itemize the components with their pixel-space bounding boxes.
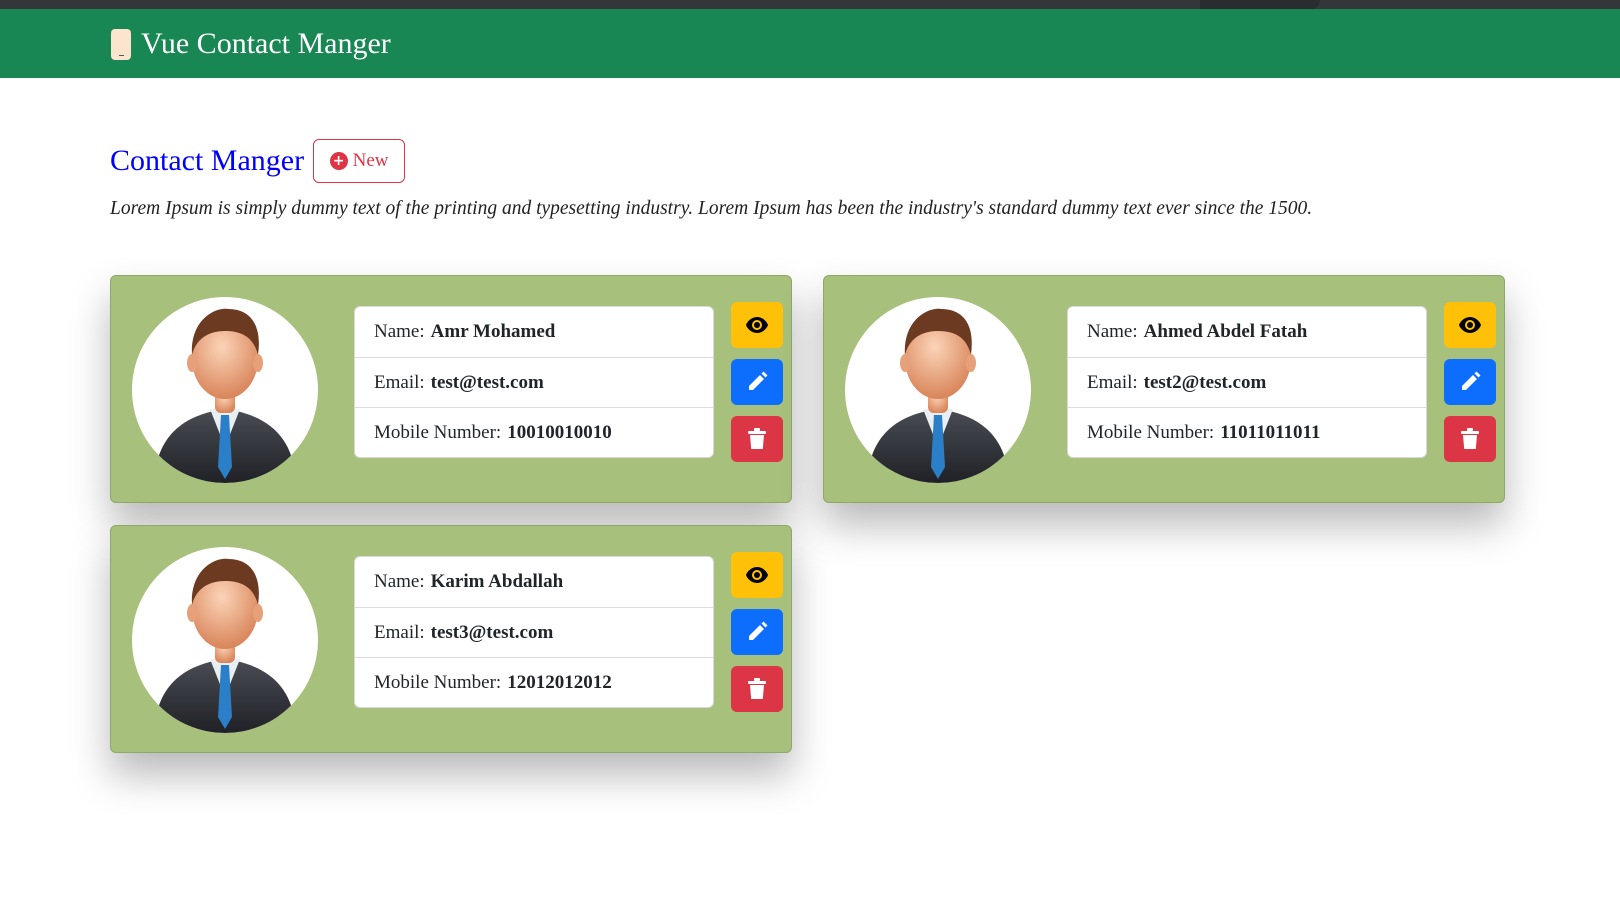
contact-actions (1444, 302, 1498, 473)
email-label: Email: (374, 621, 425, 643)
name-label: Name: (374, 321, 425, 342)
contact-avatar (132, 547, 318, 733)
contact-name: Amr Mohamed (430, 321, 556, 342)
delete-contact-button[interactable] (731, 666, 783, 712)
name-label: Name: (1087, 321, 1138, 342)
plus-circle-icon: + (329, 152, 348, 170)
contact-actions (731, 302, 785, 473)
new-button-label: New (352, 150, 389, 171)
contact-info-list: Name: Karim Abdallah Email: test3@test.com… (354, 556, 714, 708)
contact-mobile: 11011011011 (1220, 421, 1321, 443)
contact-mobile-row: Mobile Number: 12012012012 (355, 657, 713, 707)
contact-email-row: Email: test2@test.com (1068, 357, 1426, 407)
contact-mobile-row: Mobile Number: 11011011011 (1068, 407, 1426, 457)
name-label: Name: (374, 571, 425, 592)
contact-avatar (132, 297, 318, 483)
pencil-icon (749, 371, 768, 390)
contact-email: test@test.com (430, 371, 544, 393)
edit-contact-button[interactable] (731, 359, 783, 405)
trash-icon (1461, 428, 1479, 449)
trash-icon (748, 428, 766, 449)
contact-actions (731, 552, 785, 723)
contact-card: Name: Ahmed Abdel Fatah Email: test2@test.… (823, 275, 1505, 503)
contact-name: Ahmed Abdel Fatah (1143, 321, 1308, 342)
contact-name: Karim Abdallah (430, 571, 564, 592)
page-heading: Contact Manger + New (110, 138, 406, 184)
contact-name-row: Name: Amr Mohamed (355, 307, 713, 357)
contact-email: test2@test.com (1143, 371, 1267, 393)
mobile-label: Mobile Number: (1087, 421, 1215, 443)
edit-contact-button[interactable] (731, 609, 783, 655)
edit-contact-button[interactable] (1444, 359, 1496, 405)
contact-mobile: 12012012012 (507, 671, 612, 693)
contact-email-row: Email: test3@test.com (355, 607, 713, 657)
eye-icon (746, 567, 768, 583)
brand-title: Vue Contact Manger (141, 27, 391, 60)
pencil-icon (1462, 371, 1481, 390)
navbar: Vue Contact Manger (0, 9, 1620, 78)
eye-icon (1459, 317, 1481, 333)
delete-contact-button[interactable] (1444, 416, 1496, 462)
page-description: Lorem Ipsum is simply dummy text of the … (110, 198, 1313, 219)
email-label: Email: (374, 371, 425, 393)
mobile-label: Mobile Number: (374, 671, 502, 693)
contact-info-list: Name: Amr Mohamed Email: test@test.com Mob… (354, 306, 714, 458)
trash-icon (748, 678, 766, 699)
mobile-label: Mobile Number: (374, 421, 502, 443)
contact-card: Name: Amr Mohamed Email: test@test.com Mob… (110, 275, 792, 503)
mobile-phone-icon (111, 28, 131, 60)
contact-mobile: 10010010010 (507, 421, 612, 443)
contact-card: Name: Karim Abdallah Email: test3@test.com… (110, 525, 792, 753)
eye-icon (746, 317, 768, 333)
contact-mobile-row: Mobile Number: 10010010010 (355, 407, 713, 457)
contact-name-row: Name: Ahmed Abdel Fatah (1068, 307, 1426, 357)
contact-info-list: Name: Ahmed Abdel Fatah Email: test2@test.… (1067, 306, 1427, 458)
page-title: Contact Manger (110, 144, 305, 177)
view-contact-button[interactable] (731, 302, 783, 348)
email-label: Email: (1087, 371, 1138, 393)
delete-contact-button[interactable] (731, 416, 783, 462)
contact-email: test3@test.com (430, 621, 554, 643)
contact-avatar (845, 297, 1031, 483)
view-contact-button[interactable] (731, 552, 783, 598)
contact-email-row: Email: test@test.com (355, 357, 713, 407)
contact-name-row: Name: Karim Abdallah (355, 557, 713, 607)
view-contact-button[interactable] (1444, 302, 1496, 348)
browser-top-strip (0, 0, 1620, 9)
pencil-icon (749, 621, 768, 640)
new-contact-button[interactable]: + New (313, 139, 406, 183)
navbar-brand[interactable]: Vue Contact Manger (111, 27, 391, 61)
